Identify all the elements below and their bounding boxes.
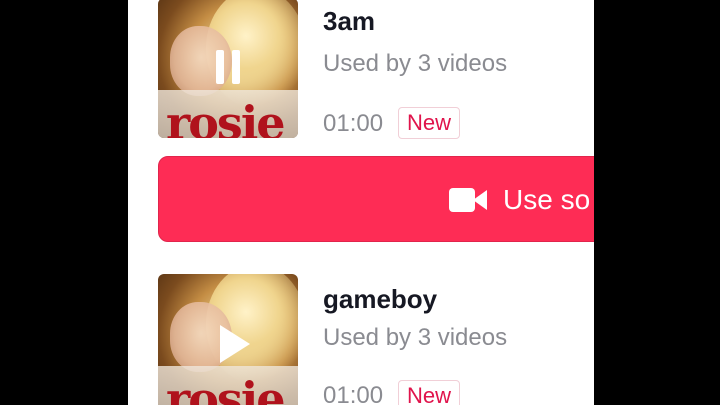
pause-icon[interactable] [208,48,248,88]
sound-item-gameboy[interactable]: rosie gameboy Used by 3 videos 01:00 New [158,274,594,405]
sound-item-3am[interactable]: rosie 3am Used by 3 videos 01:00 New [158,0,594,140]
sound-title: gameboy [323,284,438,314]
video-camera-icon [449,188,487,212]
sound-duration: 01:00 [323,110,384,137]
cover-wordmark: rosie [166,96,286,138]
sound-title: 3am [323,6,376,36]
pause-bar-left [216,50,224,84]
sound-usage-count: Used by 3 videos [323,324,508,351]
album-cover[interactable]: rosie [158,0,298,138]
sound-duration: 01:00 [323,382,384,405]
sound-list-screen: rosie 3am Used by 3 videos 01:00 New Use… [128,0,594,405]
cover-wordmark: rosie [166,372,286,405]
camera-lens [473,190,487,210]
new-badge: New [398,107,461,139]
use-sound-label: Use so [503,184,591,215]
album-cover[interactable]: rosie [158,274,298,405]
play-triangle [220,325,250,363]
new-badge: New [398,380,461,405]
pause-bar-right [232,50,240,84]
camera-body [449,188,475,212]
sound-usage-count: Used by 3 videos [323,50,508,77]
use-sound-button[interactable]: Use so [158,156,594,242]
play-icon[interactable] [208,324,250,364]
